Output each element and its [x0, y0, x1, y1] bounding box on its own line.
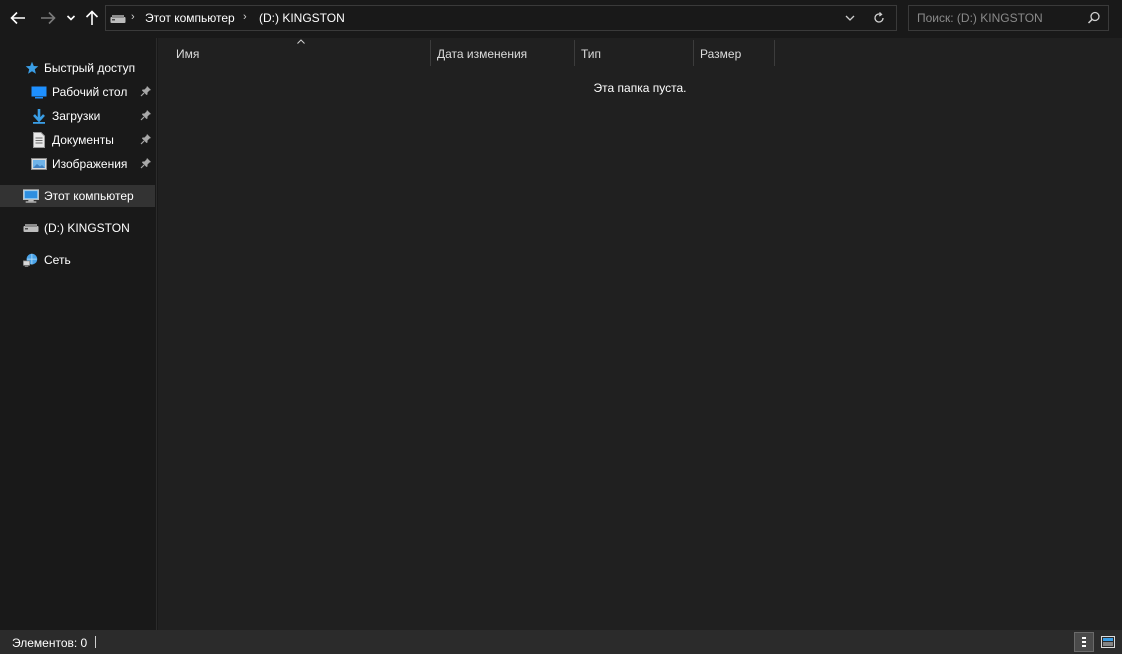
desktop-icon	[31, 84, 47, 100]
search-icon[interactable]	[1087, 11, 1101, 28]
navigation-pane: Быстрый доступ Рабочий стол Загрузки Док…	[0, 38, 157, 630]
sidebar-item-label: Рабочий стол	[52, 85, 128, 99]
column-header-date-modified[interactable]: Дата изменения	[431, 40, 575, 66]
column-header-label: Тип	[581, 47, 602, 61]
pin-icon	[140, 85, 152, 100]
sidebar-item-label: Загрузки	[52, 109, 101, 123]
refresh-button[interactable]	[872, 11, 886, 28]
column-header-label: Дата изменения	[437, 47, 528, 61]
arrow-up-icon	[85, 10, 99, 25]
item-count: Элементов: 0	[12, 636, 88, 650]
sidebar-item-label: Этот компьютер	[44, 189, 134, 203]
sidebar-item-label: Изображения	[52, 157, 128, 171]
empty-folder-text: Эта папка пуста.	[593, 81, 687, 95]
sidebar-item-network[interactable]: Сеть	[0, 249, 155, 271]
recent-locations-button[interactable]	[64, 7, 78, 29]
pin-icon	[140, 109, 152, 124]
drive-icon	[110, 13, 126, 27]
sidebar-item-quick-access[interactable]: Быстрый доступ	[0, 57, 155, 79]
up-button[interactable]	[82, 7, 102, 29]
preview-pane-icon	[1101, 636, 1115, 648]
sidebar-item-label: Документы	[52, 133, 114, 147]
sidebar-item-desktop[interactable]: Рабочий стол	[0, 81, 155, 103]
address-dropdown-button[interactable]	[844, 12, 856, 27]
pictures-icon	[31, 156, 47, 172]
column-header-row: Имя Дата изменения Тип Размер	[158, 38, 1122, 66]
sidebar-item-label: Сеть	[44, 253, 71, 267]
sidebar-item-label: (D:) KINGSTON	[44, 221, 130, 235]
column-header-size[interactable]: Размер	[694, 40, 775, 66]
back-button[interactable]	[8, 7, 28, 29]
chevron-down-icon	[66, 15, 76, 21]
details-view-button[interactable]	[1074, 632, 1094, 652]
empty-folder-message: Эта папка пуста.	[158, 81, 1122, 95]
chevron-down-icon	[845, 15, 855, 21]
column-header-label: Размер	[700, 47, 742, 61]
sidebar-item-downloads[interactable]: Загрузки	[0, 105, 155, 127]
navigation-bar: › Этот компьютер › (D:) KINGSTON Поиск: …	[0, 0, 1122, 38]
sidebar-item-this-pc[interactable]: Этот компьютер	[0, 185, 155, 207]
search-input[interactable]: Поиск: (D:) KINGSTON	[917, 11, 1043, 25]
pin-icon	[140, 133, 152, 148]
network-icon	[23, 252, 39, 268]
file-list-pane: Имя Дата изменения Тип Размер Эта папка …	[158, 38, 1122, 630]
forward-button[interactable]	[38, 7, 58, 29]
address-bar[interactable]: › Этот компьютер › (D:) KINGSTON	[105, 5, 897, 31]
status-divider	[95, 636, 96, 648]
breadcrumb-separator[interactable]: ›	[131, 11, 135, 23]
status-bar: Элементов: 0	[0, 630, 1122, 654]
details-view-icon	[1082, 637, 1086, 647]
document-icon	[31, 132, 47, 148]
large-icons-view-button[interactable]	[1098, 632, 1118, 652]
sidebar-item-drive-kingston[interactable]: (D:) KINGSTON	[0, 217, 155, 239]
computer-icon	[23, 188, 39, 204]
arrow-right-icon	[41, 11, 56, 25]
refresh-icon	[874, 12, 884, 23]
breadcrumb-separator[interactable]: ›	[243, 11, 247, 23]
drive-icon	[23, 220, 39, 236]
sidebar-item-label: Быстрый доступ	[44, 61, 136, 75]
sidebar-item-pictures[interactable]: Изображения	[0, 153, 155, 175]
sidebar-item-documents[interactable]: Документы	[0, 129, 155, 151]
breadcrumb-this-pc[interactable]: Этот компьютер	[145, 11, 235, 25]
search-box[interactable]: Поиск: (D:) KINGSTON	[908, 5, 1109, 31]
file-explorer-window: › Этот компьютер › (D:) KINGSTON Поиск: …	[0, 0, 1122, 654]
column-header-name[interactable]: Имя	[170, 40, 431, 66]
column-header-label: Имя	[176, 47, 200, 61]
arrow-left-icon	[10, 11, 25, 25]
column-header-type[interactable]: Тип	[575, 40, 694, 66]
download-icon	[31, 108, 47, 124]
star-icon	[24, 60, 40, 76]
breadcrumb-drive[interactable]: (D:) KINGSTON	[259, 11, 345, 25]
pin-icon	[140, 157, 152, 172]
